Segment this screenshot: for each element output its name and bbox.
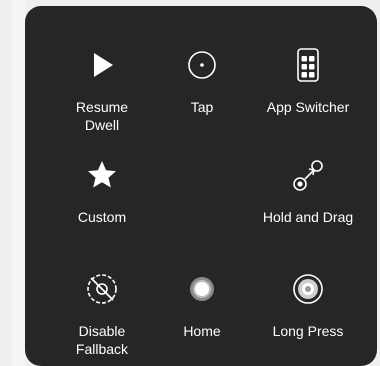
tap-circle-icon — [185, 48, 219, 82]
disable-fallback-label: Disable Fallback — [75, 323, 129, 357]
hold-and-drag-button[interactable]: Hold and Drag — [253, 158, 363, 226]
screen: Resume Dwell Tap App Switcher Custom Hol… — [0, 0, 380, 366]
disable-fallback-button[interactable]: Disable Fallback — [47, 272, 157, 358]
assistive-touch-menu: Resume Dwell Tap App Switcher Custom Hol… — [25, 6, 377, 366]
custom-button[interactable]: Custom — [47, 158, 157, 226]
long-press-button[interactable]: Long Press — [253, 272, 363, 340]
disable-fallback-icon — [85, 272, 119, 306]
long-press-label: Long Press — [272, 323, 344, 339]
app-switcher-button[interactable]: App Switcher — [253, 48, 363, 116]
custom-label: Custom — [77, 209, 127, 225]
home-icon — [185, 272, 219, 306]
tap-button[interactable]: Tap — [147, 48, 257, 116]
tap-label: Tap — [190, 99, 214, 115]
hold-drag-icon — [291, 158, 325, 192]
hold-and-drag-label: Hold and Drag — [262, 209, 354, 225]
app-switcher-icon — [291, 48, 325, 82]
background-strip — [12, 0, 25, 366]
long-press-icon — [291, 272, 325, 306]
resume-dwell-button[interactable]: Resume Dwell — [47, 48, 157, 134]
star-icon — [85, 158, 119, 192]
resume-dwell-label: Resume Dwell — [75, 99, 129, 133]
home-button[interactable]: Home — [147, 272, 257, 340]
play-icon — [85, 48, 119, 82]
empty-slot — [147, 158, 257, 248]
app-switcher-label: App Switcher — [266, 99, 350, 115]
home-label: Home — [183, 323, 221, 339]
